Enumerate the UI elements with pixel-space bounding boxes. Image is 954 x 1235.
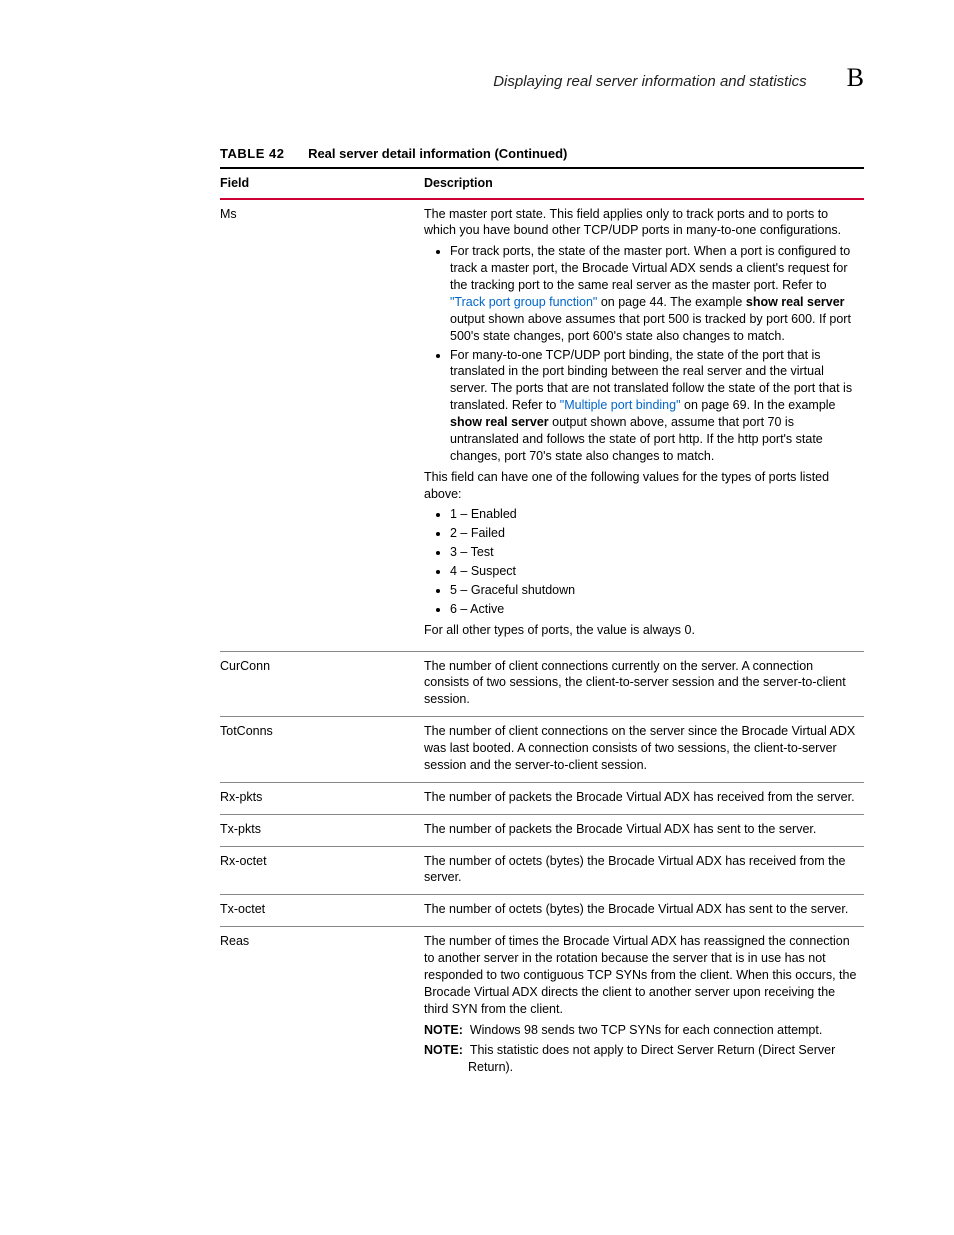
field-description: The number of client connections current… bbox=[424, 651, 864, 717]
text: output shown above assumes that port 500… bbox=[450, 312, 851, 343]
table-row: Tx-pkts The number of packets the Brocad… bbox=[220, 814, 864, 846]
table-caption: TABLE 42 Real server detail information … bbox=[220, 145, 864, 163]
table-row: Reas The number of times the Brocade Vir… bbox=[220, 927, 864, 1089]
real-server-detail-table: Field Description Ms The master port sta… bbox=[220, 167, 864, 1089]
desc-paragraph: This field can have one of the following… bbox=[424, 469, 860, 503]
desc-list: For track ports, the state of the master… bbox=[424, 243, 860, 464]
header-title: Displaying real server information and s… bbox=[493, 72, 806, 92]
command-text: show real server bbox=[450, 415, 549, 429]
page-header: Displaying real server information and s… bbox=[90, 60, 864, 95]
desc-list: 1 – Enabled 2 – Failed 3 – Test 4 – Susp… bbox=[424, 506, 860, 617]
field-name: CurConn bbox=[220, 651, 424, 717]
desc-paragraph: For all other types of ports, the value … bbox=[424, 622, 860, 639]
table-title: Real server detail information (Continue… bbox=[308, 146, 567, 161]
list-item: 4 – Suspect bbox=[450, 563, 860, 580]
table-header-row: Field Description bbox=[220, 168, 864, 199]
table-row: Rx-octet The number of octets (bytes) th… bbox=[220, 846, 864, 895]
note-label: NOTE: bbox=[424, 1023, 463, 1037]
table-row: TotConns The number of client connection… bbox=[220, 717, 864, 783]
link-track-port-group[interactable]: "Track port group function" bbox=[450, 295, 597, 309]
table-row: CurConn The number of client connections… bbox=[220, 651, 864, 717]
field-description: The number of client connections on the … bbox=[424, 717, 864, 783]
field-name: Reas bbox=[220, 927, 424, 1089]
note: NOTE: This statistic does not apply to D… bbox=[424, 1042, 860, 1076]
table-number: TABLE 42 bbox=[220, 146, 284, 161]
list-item: For many-to-one TCP/UDP port binding, th… bbox=[450, 347, 860, 465]
text: on page 44. The example bbox=[597, 295, 746, 309]
field-description: The number of octets (bytes) the Brocade… bbox=[424, 895, 864, 927]
field-name: Tx-pkts bbox=[220, 814, 424, 846]
note: NOTE: Windows 98 sends two TCP SYNs for … bbox=[424, 1022, 860, 1039]
field-name: TotConns bbox=[220, 717, 424, 783]
desc-paragraph: The master port state. This field applie… bbox=[424, 206, 860, 240]
text: on page 69. In the example bbox=[681, 398, 836, 412]
list-item: 5 – Graceful shutdown bbox=[450, 582, 860, 599]
field-description: The number of times the Brocade Virtual … bbox=[424, 927, 864, 1089]
field-description: The number of packets the Brocade Virtua… bbox=[424, 814, 864, 846]
list-item: For track ports, the state of the master… bbox=[450, 243, 860, 344]
list-item: 6 – Active bbox=[450, 601, 860, 618]
table-row: Ms The master port state. This field app… bbox=[220, 199, 864, 652]
link-multiple-port-binding[interactable]: "Multiple port binding" bbox=[560, 398, 681, 412]
header-section-letter: B bbox=[847, 60, 864, 95]
list-item: 2 – Failed bbox=[450, 525, 860, 542]
text: For track ports, the state of the master… bbox=[450, 244, 850, 292]
field-name: Tx-octet bbox=[220, 895, 424, 927]
note-label: NOTE: bbox=[424, 1043, 463, 1057]
field-name: Rx-octet bbox=[220, 846, 424, 895]
field-description: The number of octets (bytes) the Brocade… bbox=[424, 846, 864, 895]
table-row: Tx-octet The number of octets (bytes) th… bbox=[220, 895, 864, 927]
desc-paragraph: The number of times the Brocade Virtual … bbox=[424, 933, 860, 1017]
field-name: Ms bbox=[220, 199, 424, 652]
page: Displaying real server information and s… bbox=[0, 0, 954, 1235]
field-description: The number of packets the Brocade Virtua… bbox=[424, 782, 864, 814]
note-text: Windows 98 sends two TCP SYNs for each c… bbox=[470, 1023, 823, 1037]
col-field: Field bbox=[220, 168, 424, 199]
note-text: This statistic does not apply to Direct … bbox=[468, 1043, 835, 1074]
field-description: The master port state. This field applie… bbox=[424, 199, 864, 652]
table-container: TABLE 42 Real server detail information … bbox=[220, 145, 864, 1088]
command-text: show real server bbox=[746, 295, 845, 309]
col-description: Description bbox=[424, 168, 864, 199]
table-row: Rx-pkts The number of packets the Brocad… bbox=[220, 782, 864, 814]
list-item: 1 – Enabled bbox=[450, 506, 860, 523]
field-name: Rx-pkts bbox=[220, 782, 424, 814]
list-item: 3 – Test bbox=[450, 544, 860, 561]
